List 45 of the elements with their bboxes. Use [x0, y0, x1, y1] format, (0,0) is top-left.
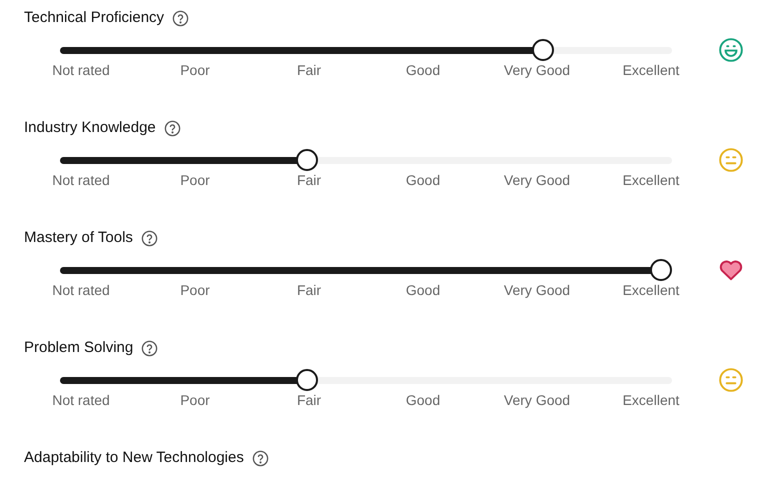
- slider-thumb[interactable]: [650, 259, 672, 281]
- help-icon[interactable]: [164, 120, 181, 136]
- scale-label: Good: [404, 281, 442, 300]
- help-icon[interactable]: [141, 340, 158, 356]
- grinning-face-icon: [718, 37, 744, 63]
- scale-label: Very Good: [502, 281, 572, 300]
- scale-label: Very Good: [502, 171, 572, 190]
- rating-slider[interactable]: [60, 369, 672, 391]
- scale-label: Poor: [179, 281, 211, 300]
- scale-label: Fair: [296, 61, 322, 80]
- scale-label: Excellent: [622, 171, 680, 190]
- slider-thumb[interactable]: [532, 39, 554, 61]
- scale-label: Good: [404, 391, 442, 410]
- scale-label: Poor: [179, 61, 211, 80]
- scale-label: Good: [404, 61, 442, 80]
- neutral-face-icon: [718, 147, 744, 173]
- scale-label: Very Good: [502, 391, 572, 410]
- rating-title: Mastery of Tools: [24, 228, 133, 248]
- rating-title: Problem Solving: [24, 338, 134, 358]
- help-icon[interactable]: [252, 450, 269, 466]
- rating-slider[interactable]: [60, 149, 672, 171]
- help-icon[interactable]: [172, 10, 190, 26]
- scale-label: Very Good: [502, 61, 572, 80]
- scale-label: Excellent: [622, 61, 680, 80]
- rating-slider[interactable]: [60, 259, 672, 281]
- neutral-face-icon: [718, 367, 744, 393]
- scale-label: Fair: [296, 171, 322, 190]
- slider-thumb[interactable]: [296, 149, 318, 171]
- scale-label: Fair: [296, 391, 322, 410]
- scale-label: Not rated: [51, 281, 111, 300]
- slider-thumb[interactable]: [296, 369, 318, 391]
- scale-label: Poor: [179, 391, 211, 410]
- scale-label: Fair: [296, 281, 322, 300]
- scale-label: Not rated: [51, 171, 111, 190]
- rating-slider[interactable]: [60, 39, 672, 61]
- scale-label: Excellent: [622, 391, 680, 410]
- rating-title: Adaptability to New Technologies: [24, 448, 244, 468]
- scale-label: Poor: [179, 171, 211, 190]
- rating-title: Technical Proficiency: [24, 8, 164, 28]
- scale-label: Not rated: [51, 61, 111, 80]
- help-icon[interactable]: [140, 230, 158, 246]
- scale-label: Not rated: [51, 391, 111, 410]
- scale-label: Excellent: [622, 281, 680, 300]
- rating-title: Industry Knowledge: [24, 118, 156, 138]
- scale-label: Good: [404, 171, 442, 190]
